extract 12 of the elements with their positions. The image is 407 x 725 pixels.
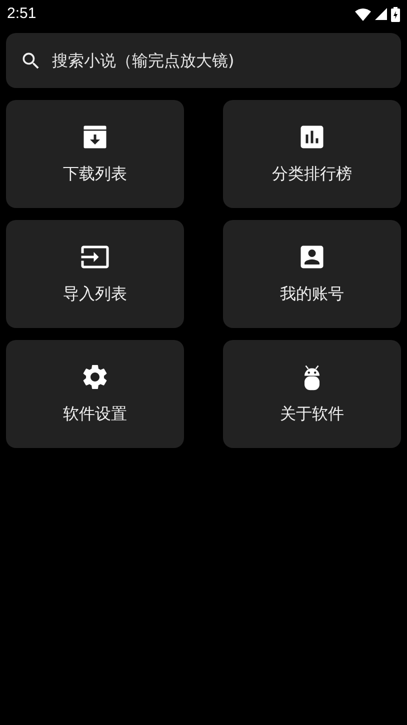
menu-tile[interactable]: 我的账号 — [223, 220, 401, 328]
menu-tile[interactable]: 分类排行榜 — [223, 100, 401, 208]
menu-tile[interactable]: 关于软件 — [223, 340, 401, 448]
wifi-icon — [355, 8, 371, 20]
menu-tile[interactable]: 导入列表 — [6, 220, 184, 328]
battery-icon — [391, 6, 400, 22]
menu-tile[interactable]: 下载列表 — [6, 100, 184, 208]
signal-icon — [375, 8, 387, 20]
search-field[interactable]: 搜索小说（输完点放大镜) — [52, 48, 387, 72]
search-bar[interactable]: 搜索小说（输完点放大镜) — [6, 33, 401, 88]
menu-tile[interactable]: 软件设置 — [6, 340, 184, 448]
status-time: 2:51 — [7, 4, 36, 24]
